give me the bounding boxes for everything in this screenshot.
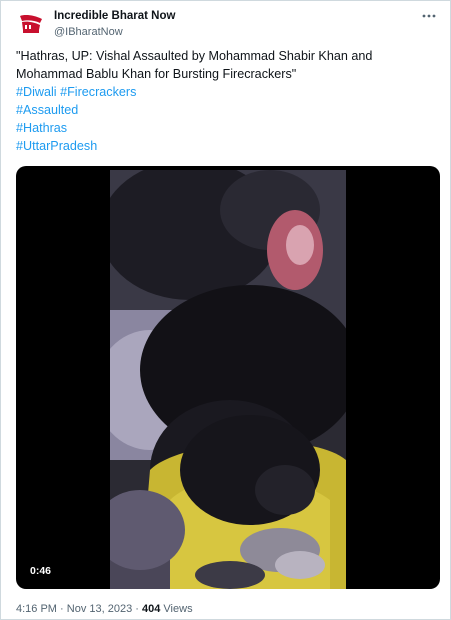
author-block: Incredible Bharat Now @IBharatNow <box>54 9 175 39</box>
tweet-text-line: Mohammad Bablu Khan for Bursting Firecra… <box>16 67 297 81</box>
hashtag-line: #Diwali #Firecrackers <box>16 83 436 101</box>
more-options-button[interactable] <box>420 9 438 23</box>
bharat-logo-icon <box>20 15 42 33</box>
video-thumbnail <box>110 170 346 589</box>
hashtag-line: #Assaulted <box>16 101 436 119</box>
author-handle[interactable]: @IBharatNow <box>54 25 175 39</box>
tweet-meta: 4:16 PM · Nov 13, 2023 · 404 Views <box>16 602 193 616</box>
hashtag-line: #UttarPradesh <box>16 137 436 155</box>
views-count: 404 <box>142 603 161 615</box>
author-display-name[interactable]: Incredible Bharat Now <box>54 9 175 23</box>
hashtag-link[interactable]: #Diwali <box>16 85 57 99</box>
video-frame <box>110 170 346 589</box>
tweet-text: "Hathras, UP: Vishal Assaulted by Mohamm… <box>16 47 436 155</box>
hashtag-link[interactable]: #Firecrackers <box>60 85 136 99</box>
hashtag-link[interactable]: #Hathras <box>16 121 67 135</box>
hashtag-link[interactable]: #Assaulted <box>16 103 78 117</box>
tweet-time[interactable]: 4:16 PM <box>16 603 57 615</box>
video-player[interactable]: 0:46 <box>16 166 440 589</box>
meta-separator: · <box>135 603 139 615</box>
hashtag-link[interactable]: #UttarPradesh <box>16 139 97 153</box>
tweet-date[interactable]: Nov 13, 2023 <box>67 603 132 615</box>
more-horizontal-icon <box>422 14 436 18</box>
meta-separator: · <box>60 603 64 615</box>
video-duration-badge: 0:46 <box>25 563 57 579</box>
hashtag-line: #Hathras <box>16 119 436 137</box>
avatar[interactable] <box>16 10 46 40</box>
tweet-card: Incredible Bharat Now @IBharatNow "Hathr… <box>0 0 451 620</box>
views-label: Views <box>163 603 193 615</box>
tweet-text-line: "Hathras, UP: Vishal Assaulted by Mohamm… <box>16 49 373 63</box>
